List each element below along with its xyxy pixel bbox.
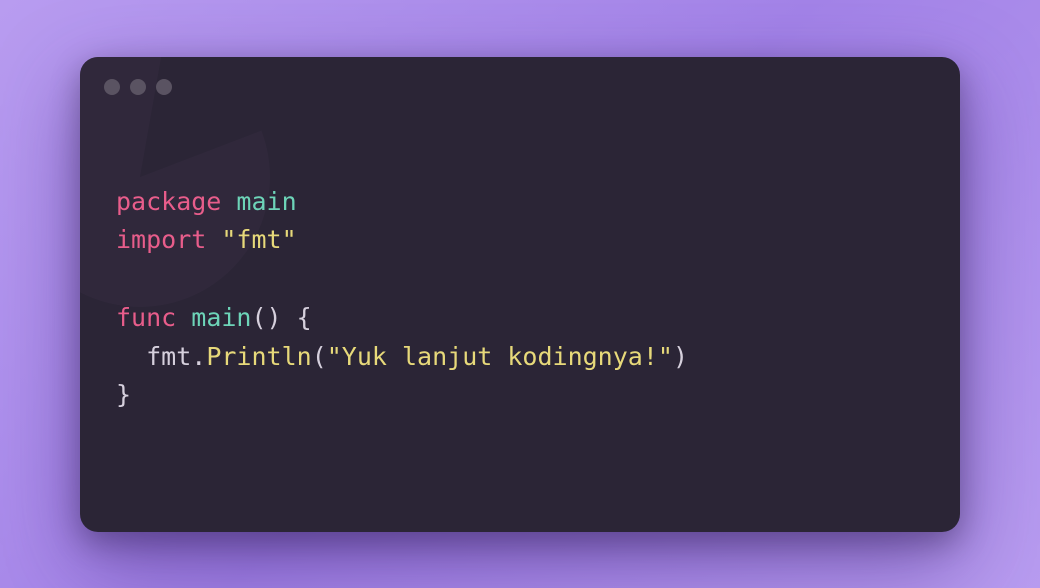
ident-main: main	[236, 187, 296, 216]
code-block: package main import "fmt" func main() { …	[80, 95, 960, 416]
keyword-package: package	[116, 187, 221, 216]
window-minimize-dot[interactable]	[130, 79, 146, 95]
paren-close: )	[673, 342, 688, 371]
obj-fmt: fmt	[146, 342, 191, 371]
brace-close: }	[116, 380, 131, 409]
dot: .	[191, 342, 206, 371]
string-literal: "Yuk lanjut kodingnya!"	[327, 342, 673, 371]
method-println: Println	[206, 342, 311, 371]
window-maximize-dot[interactable]	[156, 79, 172, 95]
parens-open: () {	[252, 303, 312, 332]
keyword-import: import	[116, 225, 206, 254]
funcname-main: main	[191, 303, 251, 332]
code-window: package main import "fmt" func main() { …	[80, 57, 960, 532]
window-close-dot[interactable]	[104, 79, 120, 95]
window-titlebar	[80, 57, 960, 95]
keyword-func: func	[116, 303, 176, 332]
paren-open: (	[312, 342, 327, 371]
string-fmt: "fmt"	[221, 225, 296, 254]
indent	[116, 342, 146, 371]
